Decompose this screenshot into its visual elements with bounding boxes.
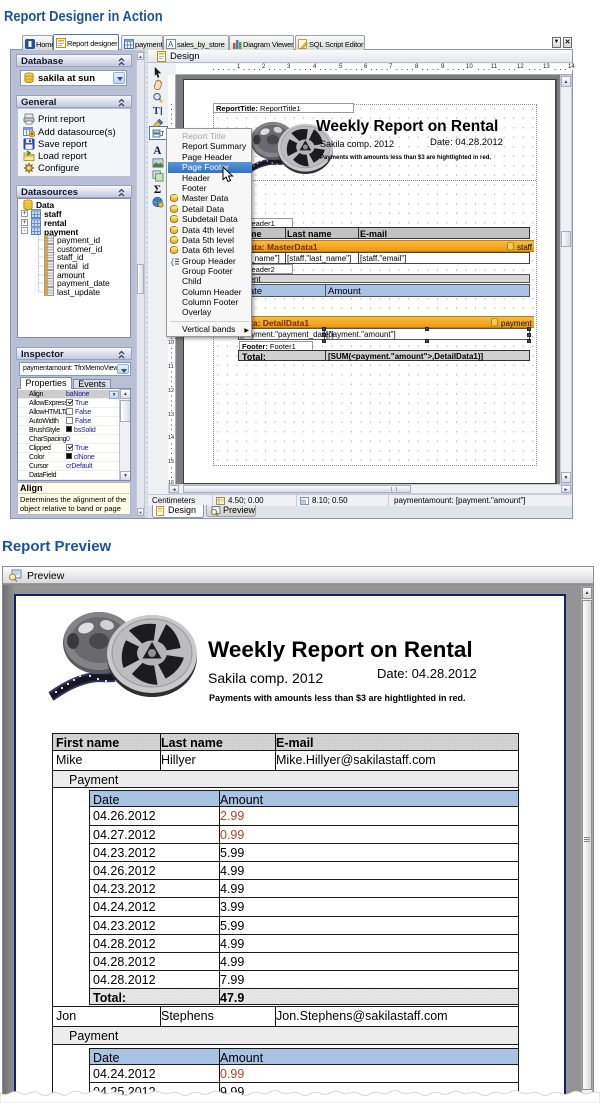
svg-text:Σ: Σ xyxy=(154,184,161,195)
svg-text:A: A xyxy=(168,40,174,49)
svg-text:A: A xyxy=(153,145,161,156)
svg-text:T: T xyxy=(153,106,160,117)
svg-text:{: { xyxy=(170,258,175,266)
